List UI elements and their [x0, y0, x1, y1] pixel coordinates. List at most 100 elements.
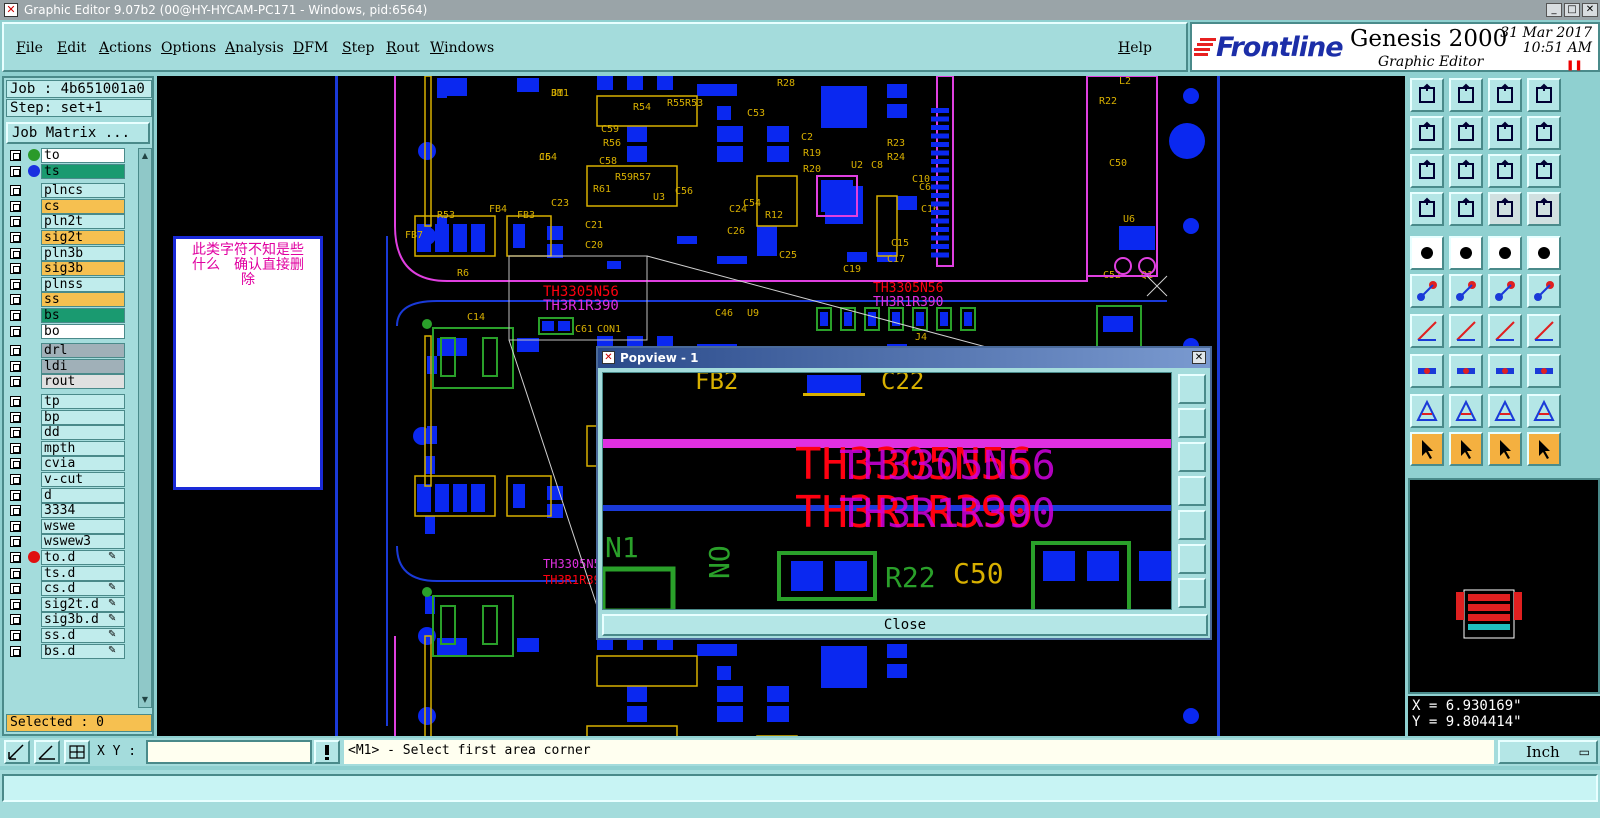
layer-row-pln2t[interactable]: pln2t	[6, 214, 136, 230]
select-arrow-button[interactable]	[1410, 432, 1444, 466]
zoom-home-button[interactable]	[1410, 78, 1444, 112]
layer-name[interactable]: pln3b	[41, 245, 125, 261]
layer-checkbox[interactable]	[10, 263, 21, 275]
select-arrow-3-button[interactable]	[1488, 432, 1522, 466]
layer-name[interactable]: dd	[41, 425, 125, 441]
popview-close-icon[interactable]: ✕	[1192, 351, 1206, 364]
zoom-in-out-button[interactable]	[1410, 154, 1444, 188]
layer-name[interactable]: sig2t	[41, 230, 125, 245]
layer-name[interactable]: bo	[41, 323, 125, 339]
layer-row-bs.d[interactable]: bs.d ✎	[6, 643, 136, 659]
layer-checkbox[interactable]	[10, 165, 21, 177]
layer-red-button[interactable]	[1488, 192, 1522, 226]
zoom-window-button[interactable]	[1488, 116, 1522, 150]
layer-checkbox[interactable]	[10, 583, 21, 595]
layer-checkbox[interactable]	[10, 427, 21, 439]
layer-name[interactable]: ts.d	[41, 565, 125, 581]
rotate-button[interactable]	[1488, 314, 1522, 348]
layer-row-dd[interactable]: dd	[6, 425, 136, 441]
layer-row-bo[interactable]: bo	[6, 323, 136, 339]
layer-checkbox[interactable]	[10, 310, 21, 321]
layer-row-ts[interactable]: ts	[6, 163, 136, 179]
layer-name[interactable]: ss	[41, 292, 125, 308]
grid-button[interactable]	[1449, 192, 1483, 226]
layer-checkbox[interactable]	[10, 505, 21, 517]
layer-checkbox[interactable]	[10, 200, 21, 212]
triangle-draw-button[interactable]	[1527, 394, 1561, 428]
snap-pad-button[interactable]	[1410, 354, 1444, 388]
layer-row-bs[interactable]: bs	[6, 308, 136, 323]
layer-row-bp[interactable]: bp	[6, 409, 136, 425]
snap-mode-button[interactable]	[4, 740, 30, 764]
layer-checkbox[interactable]	[10, 474, 21, 485]
layer-name[interactable]: rout	[41, 374, 125, 390]
layer-checkbox[interactable]	[10, 567, 21, 579]
layer-checkbox[interactable]	[10, 396, 21, 407]
layer-row-ss.d[interactable]: ss.d ✎	[6, 628, 136, 643]
triangle-outline-button[interactable]	[1449, 394, 1483, 428]
select-arrow-2-button[interactable]	[1449, 432, 1483, 466]
layer-name[interactable]: plncs	[41, 183, 125, 199]
layer-name[interactable]: drl	[41, 343, 125, 359]
zoom-back-button[interactable]	[1449, 78, 1483, 112]
close-window-button[interactable]: ✕	[1582, 3, 1598, 17]
ruler-button[interactable]	[1488, 236, 1522, 270]
layer-checkbox[interactable]	[10, 185, 21, 197]
line-h-button[interactable]	[1449, 354, 1483, 388]
layer-row-rout[interactable]: rout	[6, 374, 136, 390]
layer-name[interactable]: wswe	[41, 518, 125, 534]
cross-select-button[interactable]	[1449, 274, 1483, 308]
layer-checkbox[interactable]	[10, 411, 21, 423]
popview-pan-left-button[interactable]	[1178, 476, 1206, 506]
text-tool-button[interactable]	[1527, 314, 1561, 348]
layer-row-wswe[interactable]: wswe	[6, 518, 136, 534]
popview-pan-down-button[interactable]	[1178, 442, 1206, 472]
layer-row-sig2t.d[interactable]: sig2t.d ✎	[6, 596, 136, 612]
layer-row-plncs[interactable]: plncs	[6, 183, 136, 199]
copy-pads-button[interactable]	[1527, 354, 1561, 388]
measure-p2p-button[interactable]	[1410, 274, 1444, 308]
layer-row-sig2t[interactable]: sig2t	[6, 230, 136, 245]
scroll-down-icon[interactable]: ▼	[140, 695, 150, 705]
zoom-fit-button[interactable]	[1527, 78, 1561, 112]
popview-zoom-out-button[interactable]	[1178, 578, 1206, 608]
menu-step[interactable]: Step	[342, 40, 374, 56]
menu-rout[interactable]: Rout	[386, 40, 420, 56]
layer-name[interactable]: v-cut	[41, 472, 125, 487]
menu-help[interactable]: Help	[1118, 40, 1152, 56]
layer-checkbox[interactable]	[10, 216, 21, 228]
xy-input[interactable]	[146, 740, 312, 764]
popview-close-button[interactable]: Close	[602, 614, 1208, 636]
layer-checkbox[interactable]	[10, 614, 21, 626]
zoom-home-view-button[interactable]	[1488, 78, 1522, 112]
layer-checkbox[interactable]	[10, 294, 21, 306]
layer-name[interactable]: bp	[41, 409, 125, 425]
triangle-text-button[interactable]	[1488, 394, 1522, 428]
layer-row-d[interactable]: d	[6, 487, 136, 503]
menu-file[interactable]: File	[16, 40, 43, 56]
layer-row-tp[interactable]: tp	[6, 394, 136, 409]
layer-row-v-cut[interactable]: v-cut	[6, 472, 136, 487]
menu-edit[interactable]: Edit	[57, 40, 86, 56]
layer-row-cs[interactable]: cs	[6, 198, 136, 214]
menu-windows[interactable]: Windows	[430, 40, 494, 56]
layer-list-scrollbar[interactable]: ▲ ▼	[138, 148, 152, 708]
layer-red-2-button[interactable]	[1527, 192, 1561, 226]
arrow-point-2-button[interactable]	[1527, 274, 1561, 308]
alert-button[interactable]	[314, 740, 340, 764]
layer-checkbox[interactable]	[10, 520, 21, 532]
wrench-button[interactable]	[1410, 192, 1444, 226]
layer-row-to.d[interactable]: to.d ✎	[6, 550, 136, 565]
layer-name[interactable]: wswew3	[41, 534, 125, 550]
layer-checkbox[interactable]	[10, 232, 21, 243]
width-measure-button[interactable]	[1488, 354, 1522, 388]
layer-name[interactable]: cs	[41, 198, 125, 214]
menu-options[interactable]: Options	[161, 40, 216, 56]
layer-name[interactable]: d	[41, 487, 125, 503]
pad-select-button[interactable]	[1410, 236, 1444, 270]
measure-net-button[interactable]	[1449, 236, 1483, 270]
popview-pan-up-button[interactable]	[1178, 408, 1206, 438]
layer-row-ts.d[interactable]: ts.d	[6, 565, 136, 581]
popview-zoom-in-button[interactable]	[1178, 374, 1206, 404]
line-draw-button[interactable]	[1449, 314, 1483, 348]
